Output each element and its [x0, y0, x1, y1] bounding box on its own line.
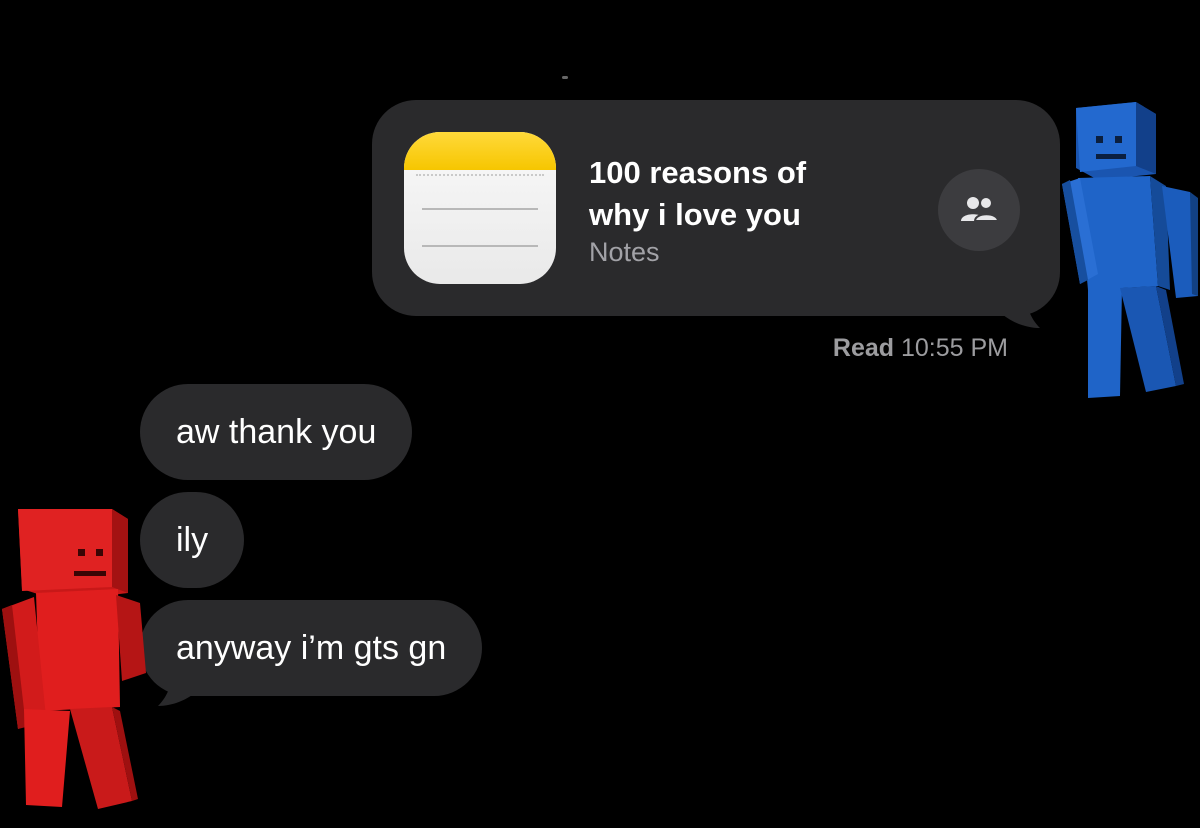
received-message[interactable]: ily [140, 492, 245, 588]
received-message[interactable]: aw thank you [140, 384, 413, 480]
bubble-tail [1000, 292, 1040, 328]
message-text: aw thank you [176, 413, 377, 451]
red-blocky-figure-icon [2, 509, 146, 809]
read-status: Read [832, 334, 895, 362]
blue-blocky-figure-icon [1062, 102, 1198, 398]
message-text: anyway i’m gts gn [176, 629, 447, 667]
collaboration-button[interactable] [938, 169, 1020, 251]
shared-note-card[interactable]: 100 reasons of why i love you Notes [372, 100, 1060, 328]
read-receipt: Read 10:55 PM [833, 334, 1008, 363]
shared-note-app-label: Notes [589, 237, 660, 267]
notes-app-icon [404, 132, 556, 284]
read-time: 10:55 PM [900, 334, 1008, 362]
message-text: ily [176, 521, 209, 559]
received-message[interactable]: anyway i’m gts gn [140, 600, 483, 706]
status-bar-fragment [562, 76, 568, 79]
bubble-tail [158, 670, 198, 706]
shared-note-title: 100 reasons of why i love you [589, 155, 807, 232]
people-icon [961, 196, 999, 222]
